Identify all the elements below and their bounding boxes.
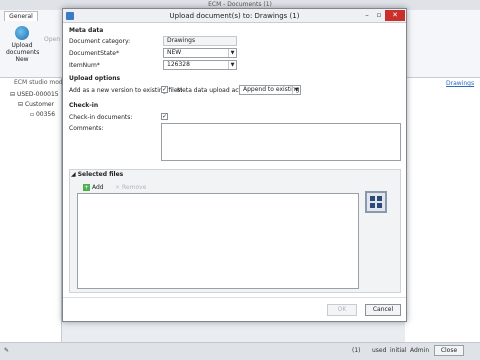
remove-icon: ✕ xyxy=(115,184,121,191)
meta-action-value: Append to existing xyxy=(243,86,300,93)
upload-documents-button[interactable]: Upload documents New xyxy=(6,26,40,68)
category-label: Document category: xyxy=(69,38,131,45)
tab-general[interactable]: General xyxy=(4,11,38,21)
category-field: Drawings xyxy=(163,36,237,46)
itemnum-value: 126328 xyxy=(167,61,190,68)
status-state: initial xyxy=(390,347,407,354)
close-button[interactable]: Close xyxy=(434,345,464,356)
expand-view-icon[interactable] xyxy=(365,191,387,213)
status-count: (1) xyxy=(352,347,361,354)
add-button[interactable]: + Add xyxy=(83,184,104,191)
cancel-button[interactable]: Cancel xyxy=(365,304,401,316)
upload-dialog: Upload document(s) to: Drawings (1) – ▫ … xyxy=(62,8,407,322)
selected-files-list[interactable] xyxy=(77,193,359,289)
minimize-icon[interactable]: – xyxy=(361,10,373,21)
maximize-icon[interactable]: ▫ xyxy=(373,10,385,21)
chevron-down-icon[interactable]: ▼ xyxy=(292,86,300,94)
close-icon[interactable]: ✕ xyxy=(385,10,405,21)
dialog-title: Upload document(s) to: Drawings (1) xyxy=(63,9,406,23)
tree-view: ⊟ USED-000015 ⊟ Customer ▫ 00356 xyxy=(10,90,59,120)
ok-button[interactable]: OK xyxy=(327,304,357,316)
upload-documents-label: Upload documents New xyxy=(6,42,40,63)
meta-action-select[interactable]: Append to existing ▼ xyxy=(239,85,301,95)
comments-label: Comments: xyxy=(69,125,104,132)
meta-data-header: Meta data xyxy=(69,27,104,34)
globe-upload-icon xyxy=(15,26,29,40)
footer-divider xyxy=(63,297,406,298)
itemnum-select[interactable]: 126328 ▼ xyxy=(163,60,237,70)
status-bar xyxy=(0,342,480,360)
checkin-checkbox[interactable]: ✓ xyxy=(161,113,168,120)
document-state-select[interactable]: NEW ▼ xyxy=(163,48,237,58)
comments-textarea[interactable] xyxy=(161,123,401,161)
drawings-link[interactable]: Drawings xyxy=(446,80,474,87)
chevron-down-icon[interactable]: ▼ xyxy=(228,49,236,57)
state-value: NEW xyxy=(167,49,182,56)
tree-item[interactable]: ▫ 00356 xyxy=(10,110,59,120)
checkin-label: Check-in documents: xyxy=(69,114,133,121)
itemnum-label: ItemNum* xyxy=(69,62,100,69)
new-version-checkbox[interactable]: ✓ xyxy=(161,86,168,93)
status-admin: Admin xyxy=(410,347,430,354)
open-button[interactable]: Open xyxy=(44,36,60,43)
tree-item[interactable]: ⊟ USED-000015 xyxy=(10,90,59,100)
remove-label: Remove xyxy=(122,184,147,191)
add-icon: + xyxy=(83,184,90,191)
state-label: DocumentState* xyxy=(69,50,119,57)
status-user: used xyxy=(372,347,387,354)
upload-options-header: Upload options xyxy=(69,75,121,82)
add-label: Add xyxy=(92,184,104,191)
checkin-header: Check-in xyxy=(69,102,99,109)
chevron-down-icon[interactable]: ▼ xyxy=(228,61,236,69)
right-pane xyxy=(405,78,480,342)
app-icon xyxy=(66,12,74,20)
studio-model-label: ECM studio model xyxy=(14,79,69,86)
edit-icon[interactable]: ✎ xyxy=(4,347,9,354)
remove-button[interactable]: ✕ Remove xyxy=(115,184,146,191)
selected-files-header: ◢ Selected files xyxy=(71,171,124,178)
tree-item[interactable]: ⊟ Customer xyxy=(10,100,59,110)
